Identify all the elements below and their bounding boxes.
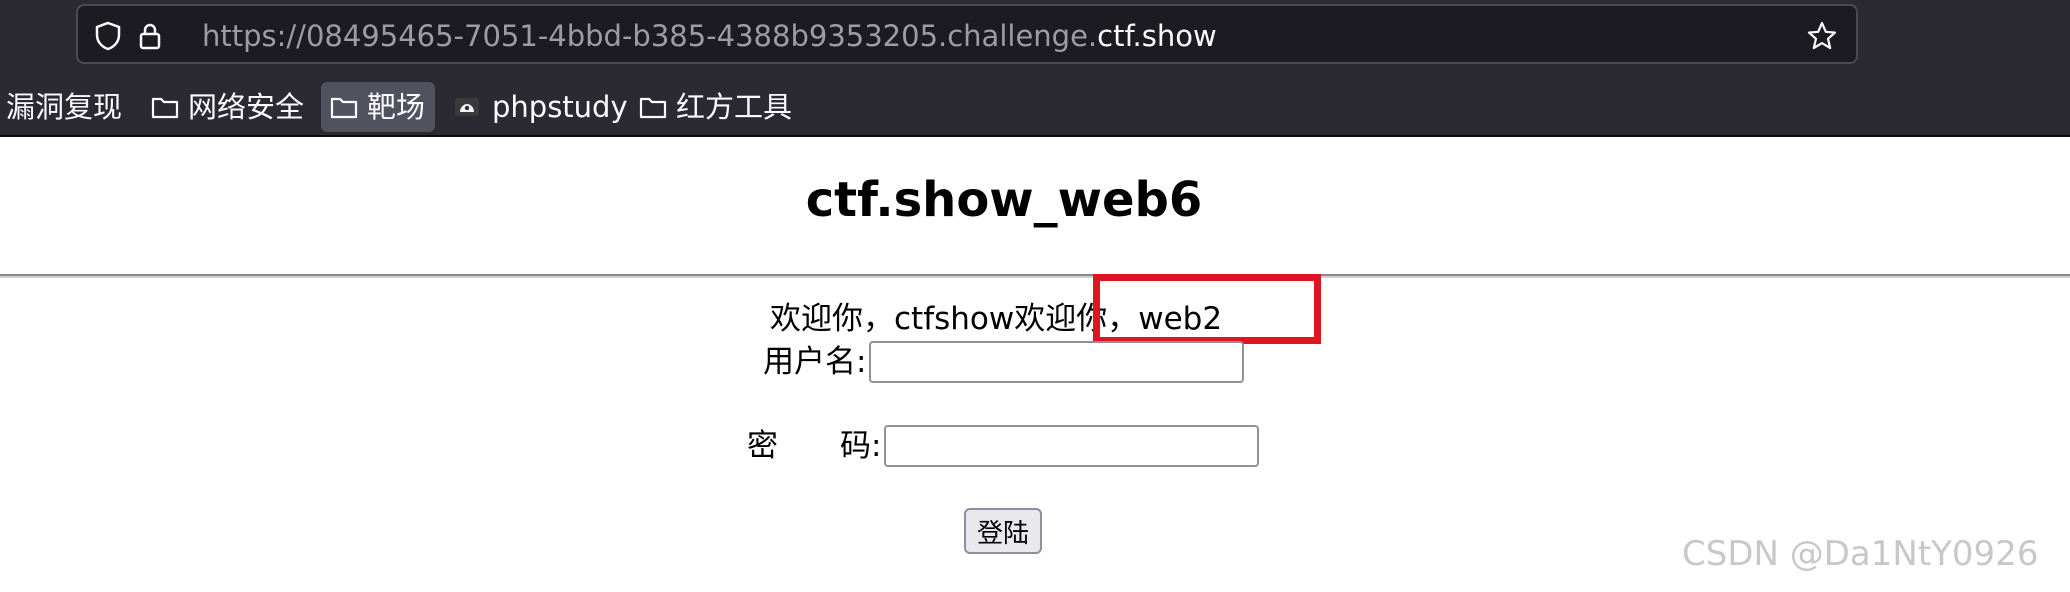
phpstudy-favicon-icon: [455, 98, 479, 116]
username-label: 用户名:: [763, 344, 867, 380]
watermark: CSDN @Da1NtY0926: [1682, 534, 2039, 574]
bookmark-phpstudy[interactable]: phpstudy: [446, 82, 628, 132]
bookmark-loudongfuxian[interactable]: 漏洞复现: [0, 82, 128, 132]
annotation-highlight-box: [1093, 274, 1321, 344]
lock-icon[interactable]: [134, 20, 166, 52]
bookmark-label: 红方工具: [676, 90, 793, 124]
folder-icon: [330, 97, 358, 119]
bookmark-folder-hongfanggongju[interactable]: 红方工具: [630, 82, 806, 132]
shield-icon[interactable]: [92, 20, 124, 52]
bookmark-label: 靶场: [367, 90, 426, 124]
folder-icon: [639, 97, 667, 119]
folder-icon: [151, 97, 179, 119]
browser-toolbar: https://08495465-7051-4bbd-b385-4388b935…: [0, 0, 2070, 137]
bookmark-folder-bachang[interactable]: 靶场: [321, 82, 435, 132]
login-button[interactable]: 登陆: [964, 508, 1042, 554]
password-input[interactable]: [884, 425, 1259, 467]
bookmark-label: 漏洞复现: [6, 90, 123, 124]
page-title: ctf.show_web6: [805, 172, 1203, 228]
bookmark-label: phpstudy: [492, 90, 628, 124]
bookmark-label: 网络安全: [188, 90, 305, 124]
divider: [0, 274, 2070, 278]
address-bar[interactable]: https://08495465-7051-4bbd-b385-4388b935…: [76, 4, 1858, 64]
url-text[interactable]: https://08495465-7051-4bbd-b385-4388b935…: [202, 20, 1217, 52]
password-label: 密 码:: [747, 428, 882, 464]
url-domain: ctf.show: [1097, 19, 1217, 53]
star-icon[interactable]: [1806, 20, 1838, 52]
url-prefix: https://08495465-7051-4bbd-b385-4388b935…: [202, 19, 1098, 53]
bookmark-folder-wangluoanquan[interactable]: 网络安全: [142, 82, 312, 132]
username-input[interactable]: [869, 341, 1244, 383]
